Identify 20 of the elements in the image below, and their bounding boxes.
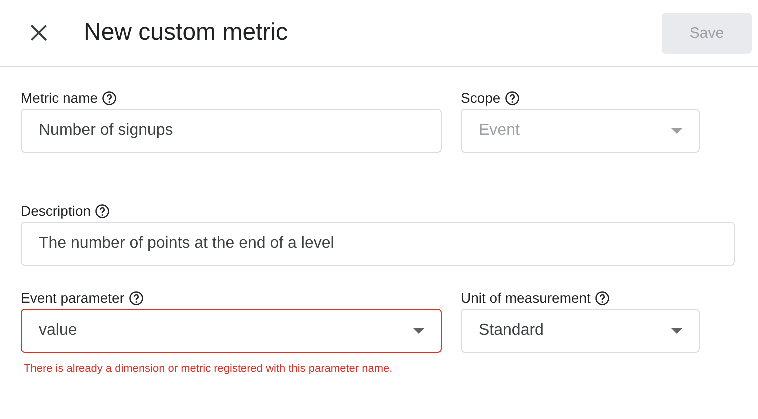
help-icon[interactable] <box>594 290 610 306</box>
dropdown-field[interactable]: value <box>21 309 442 353</box>
help-icon[interactable] <box>504 90 520 106</box>
caret-icon <box>671 328 683 334</box>
dropdown-field[interactable]: Standard <box>461 309 700 353</box>
field-label: Event parameter <box>21 290 124 306</box>
help-icon[interactable] <box>128 290 144 306</box>
input-field[interactable]: Number of signups <box>21 109 442 153</box>
input-field[interactable]: The number of points at the end of a level <box>21 222 735 266</box>
caret-icon <box>413 328 425 334</box>
caret-icon <box>671 128 683 134</box>
field-label: Description <box>21 203 92 219</box>
help-icon[interactable] <box>95 204 110 218</box>
field-label: Metric name <box>21 90 98 106</box>
close-icon[interactable] <box>28 22 50 44</box>
help-icon[interactable] <box>102 90 118 106</box>
field-label: Unit of measurement <box>461 290 591 306</box>
error-message: There is already a dimension or metric registered with this parameter name. <box>24 363 393 375</box>
dialog-title: New custom metric <box>84 19 290 47</box>
field-label: Scope <box>461 90 501 106</box>
